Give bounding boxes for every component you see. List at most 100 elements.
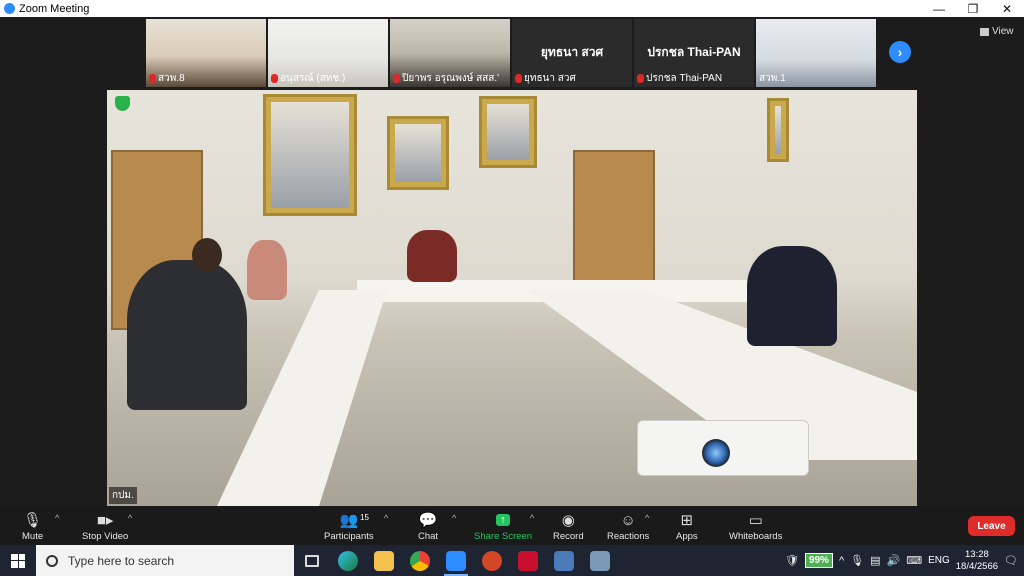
whiteboards-button[interactable]: ▭ Whiteboards (729, 511, 782, 542)
encryption-shield-icon[interactable] (115, 96, 130, 111)
attendee (127, 260, 247, 410)
attendee (747, 246, 837, 346)
apps-button[interactable]: ⊞ Apps (676, 511, 698, 542)
system-tray: 🛡 99% ^ 🎙 ▤ 🔊 ⌨ ENG 13:28 18/4/2566 🗨 (785, 545, 1024, 576)
close-button[interactable]: ✕ (990, 0, 1024, 17)
taskbar-chrome[interactable] (402, 545, 438, 576)
participants-options-caret[interactable]: ^ (384, 513, 388, 523)
door (573, 150, 655, 290)
participant-display-name: ยุทธนา สวศ (540, 45, 604, 59)
main-video[interactable]: กปม. (107, 90, 917, 506)
taskbar-acrobat[interactable] (510, 545, 546, 576)
restore-button[interactable]: ❐ (956, 0, 990, 17)
whiteboard-icon: ▭ (748, 512, 763, 529)
search-icon (46, 554, 58, 567)
windows-taskbar: Type here to search 🛡 99% ^ 🎙 ▤ 🔊 ⌨ ENG … (0, 545, 1024, 576)
share-screen-icon: ↑ (496, 511, 510, 529)
start-button[interactable] (0, 545, 36, 576)
apps-icon: ⊞ (680, 512, 694, 529)
attendee-head (192, 238, 222, 272)
windows-logo-icon (11, 553, 25, 568)
portrait-frame (387, 116, 449, 190)
taskbar-powerpoint[interactable] (474, 545, 510, 576)
title-bar: Zoom Meeting — ❐ ✕ (0, 0, 1024, 17)
video-options-caret[interactable]: ^ (128, 513, 132, 523)
app-icon (554, 550, 574, 571)
notification-icon[interactable]: 🗨 (1004, 554, 1018, 567)
folder-icon (374, 550, 394, 571)
participants-icon: 👥 (339, 512, 359, 529)
share-screen-button[interactable]: ↑ Share Screen (474, 511, 532, 542)
minimize-button[interactable]: — (922, 0, 956, 17)
taskbar-file-explorer[interactable] (366, 545, 402, 576)
window-title: Zoom Meeting (19, 2, 90, 15)
participant-tile[interactable]: สวพ.1 (756, 19, 876, 87)
mute-options-caret[interactable]: ^ (55, 513, 59, 523)
chrome-icon (410, 550, 430, 571)
participant-tile[interactable]: ปิยาพร อรุณพงษ์ สสส.' (390, 19, 510, 87)
mic-off-icon (515, 74, 522, 83)
keyboard-icon[interactable]: ⌨ (906, 554, 922, 567)
reactions-button[interactable]: ☺ Reactions (607, 511, 649, 543)
record-button[interactable]: ◉ Record (553, 511, 584, 542)
leave-button[interactable]: Leave (968, 516, 1015, 536)
battery-percent[interactable]: 99% (804, 553, 833, 568)
powerpoint-icon (482, 550, 502, 571)
mute-button[interactable]: 🎙 Mute (22, 511, 43, 542)
participants-count: 15 (360, 513, 369, 522)
portrait-frame (767, 98, 789, 162)
portrait-frame (263, 94, 357, 216)
gallery-strip: สวพ.8 อนุสรณ์ (สทช.) ปิยาพร อรุณพงษ์ สสส… (146, 19, 876, 87)
participant-tile[interactable]: สวพ.8 (146, 19, 266, 87)
mic-off-icon (393, 74, 400, 83)
network-icon[interactable]: ▤ (870, 554, 880, 567)
taskbar-app[interactable] (582, 545, 618, 576)
language-indicator[interactable]: ENG (928, 555, 950, 566)
reactions-options-caret[interactable]: ^ (645, 513, 649, 523)
mic-off-icon (149, 74, 156, 83)
task-view-icon (305, 554, 319, 567)
security-icon[interactable]: 🛡 (785, 554, 799, 567)
meeting-stage: สวพ.8 อนุสรณ์ (สทช.) ปิยาพร อรุณพงษ์ สสส… (0, 17, 1024, 507)
mic-off-icon (271, 74, 278, 83)
participant-name: ปิยาพร อรุณพงษ์ สสส.' (402, 73, 500, 84)
view-grid-icon (980, 27, 989, 36)
microphone-tray-icon[interactable]: 🎙 (850, 554, 864, 567)
chat-button[interactable]: 💬 Chat (418, 511, 438, 542)
edge-icon (338, 550, 358, 571)
taskbar-edge[interactable] (330, 545, 366, 576)
participant-name: สวพ.1 (759, 73, 786, 84)
view-button[interactable]: View (980, 26, 1014, 37)
stop-video-button[interactable]: ■▸ Stop Video (82, 511, 128, 542)
participant-tile[interactable]: ปรกชล Thai-PAN ปรกชล Thai-PAN (634, 19, 754, 87)
participant-display-name: ปรกชล Thai-PAN (647, 45, 741, 59)
participant-name: สวพ.8 (158, 73, 185, 84)
smiley-plus-icon: ☺ (620, 511, 636, 529)
projector-lens (702, 439, 730, 467)
microphone-icon: 🎙 (23, 512, 43, 529)
chat-options-caret[interactable]: ^ (452, 513, 456, 523)
view-label: View (992, 26, 1014, 37)
participant-name: อนุสรณ์ (สทช.) (280, 73, 346, 84)
participants-button[interactable]: 👥 15 Participants (324, 511, 374, 542)
share-options-caret[interactable]: ^ (530, 513, 534, 523)
next-page-button[interactable]: › (889, 41, 911, 63)
participant-name: ยุทธนา สวศ (524, 73, 576, 84)
participant-tile[interactable]: ยุทธนา สวศ ยุทธนา สวศ (512, 19, 632, 87)
taskbar-search[interactable]: Type here to search (36, 545, 294, 576)
taskbar-app[interactable] (546, 545, 582, 576)
taskbar-zoom[interactable] (438, 545, 474, 576)
clock[interactable]: 13:28 18/4/2566 (956, 549, 998, 573)
search-placeholder: Type here to search (68, 553, 175, 568)
clock-date: 18/4/2566 (955, 560, 999, 572)
chevron-up-icon[interactable]: ^ (839, 555, 844, 567)
clock-time: 13:28 (965, 548, 989, 560)
participant-tile[interactable]: อนุสรณ์ (สทช.) (268, 19, 388, 87)
video-camera-icon: ■▸ (96, 512, 114, 529)
app-icon (590, 550, 610, 571)
volume-icon[interactable]: 🔊 (887, 554, 901, 567)
zoom-logo-icon (4, 3, 15, 14)
zoom-icon (446, 550, 466, 571)
task-view-button[interactable] (294, 545, 330, 576)
chat-bubble-icon: 💬 (418, 512, 438, 529)
